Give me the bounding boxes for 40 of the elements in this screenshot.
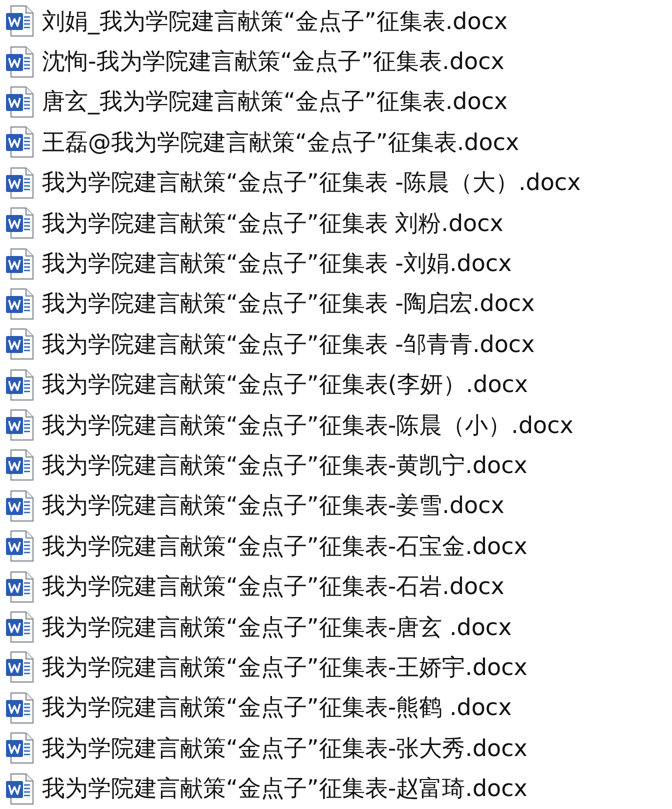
word-document-icon — [5, 530, 35, 562]
file-name[interactable]: 刘娟_我为学院建言献策“金点子”征集表.docx — [42, 6, 508, 37]
file-name[interactable]: 我为学院建言献策“金点子”征集表-张大秀.docx — [42, 732, 528, 764]
file-name[interactable]: 唐玄_我为学院建言献策“金点子”征集表.docx — [42, 86, 508, 118]
word-document-icon — [5, 732, 35, 764]
word-document-icon — [5, 368, 35, 401]
file-name[interactable]: 我为学院建言献策“金点子”征集表-熊鹤 .docx — [42, 692, 512, 724]
word-document-icon — [5, 207, 35, 240]
file-name[interactable]: 我为学院建言献策“金点子”征集表-唐玄 .docx — [42, 612, 512, 643]
file-name[interactable]: 我为学院建言献策“金点子”征集表-石宝金.docx — [42, 530, 528, 562]
file-name[interactable]: 我为学院建言献策“金点子”征集表-王娇宇.docx — [42, 652, 528, 683]
word-document-icon — [5, 409, 35, 442]
word-document-icon — [5, 611, 35, 644]
word-document-icon — [5, 126, 35, 158]
file-name[interactable]: 我为学院建言献策“金点子”征集表 -邹青青.docx — [42, 328, 535, 360]
file-name[interactable]: 沈恂-我为学院建言献策“金点子”征集表.docx — [42, 46, 504, 78]
word-document-icon — [5, 328, 35, 360]
file-name[interactable]: 我为学院建言献策“金点子”征集表-黄凯宁.docx — [42, 450, 528, 481]
word-document-icon — [5, 288, 35, 320]
word-document-icon — [5, 490, 35, 522]
word-document-icon — [5, 772, 35, 805]
file-name[interactable]: 我为学院建言献策“金点子”征集表 刘粉.docx — [42, 208, 504, 239]
word-document-icon — [5, 5, 35, 38]
file-name[interactable]: 我为学院建言献策“金点子”征集表 -陶启宏.docx — [42, 288, 535, 320]
file-name[interactable]: 王磊@我为学院建言献策“金点子”征集表.docx — [42, 126, 520, 158]
word-document-icon — [5, 449, 35, 482]
word-document-icon — [5, 570, 35, 603]
file-name[interactable]: 我为学院建言献策“金点子”征集表(李妍）.docx — [42, 369, 528, 400]
word-document-icon — [5, 166, 35, 199]
file-name[interactable]: 我为学院建言献策“金点子”征集表 -刘娟.docx — [42, 248, 512, 280]
word-document-icon — [5, 86, 35, 118]
file-name[interactable]: 我为学院建言献策“金点子”征集表 -陈晨（大）.docx — [42, 167, 581, 198]
word-document-icon — [5, 46, 35, 78]
file-name[interactable]: 我为学院建言献策“金点子”征集表-陈晨（小）.docx — [42, 410, 574, 441]
file-name[interactable]: 我为学院建言献策“金点子”征集表-姜雪.docx — [42, 490, 504, 522]
word-document-icon — [5, 651, 35, 684]
file-name[interactable]: 我为学院建言献策“金点子”征集表-石岩.docx — [42, 571, 504, 602]
word-document-icon — [5, 248, 35, 280]
file-name[interactable]: 我为学院建言献策“金点子”征集表-赵富琦.docx — [42, 773, 528, 804]
word-document-icon — [5, 692, 35, 724]
